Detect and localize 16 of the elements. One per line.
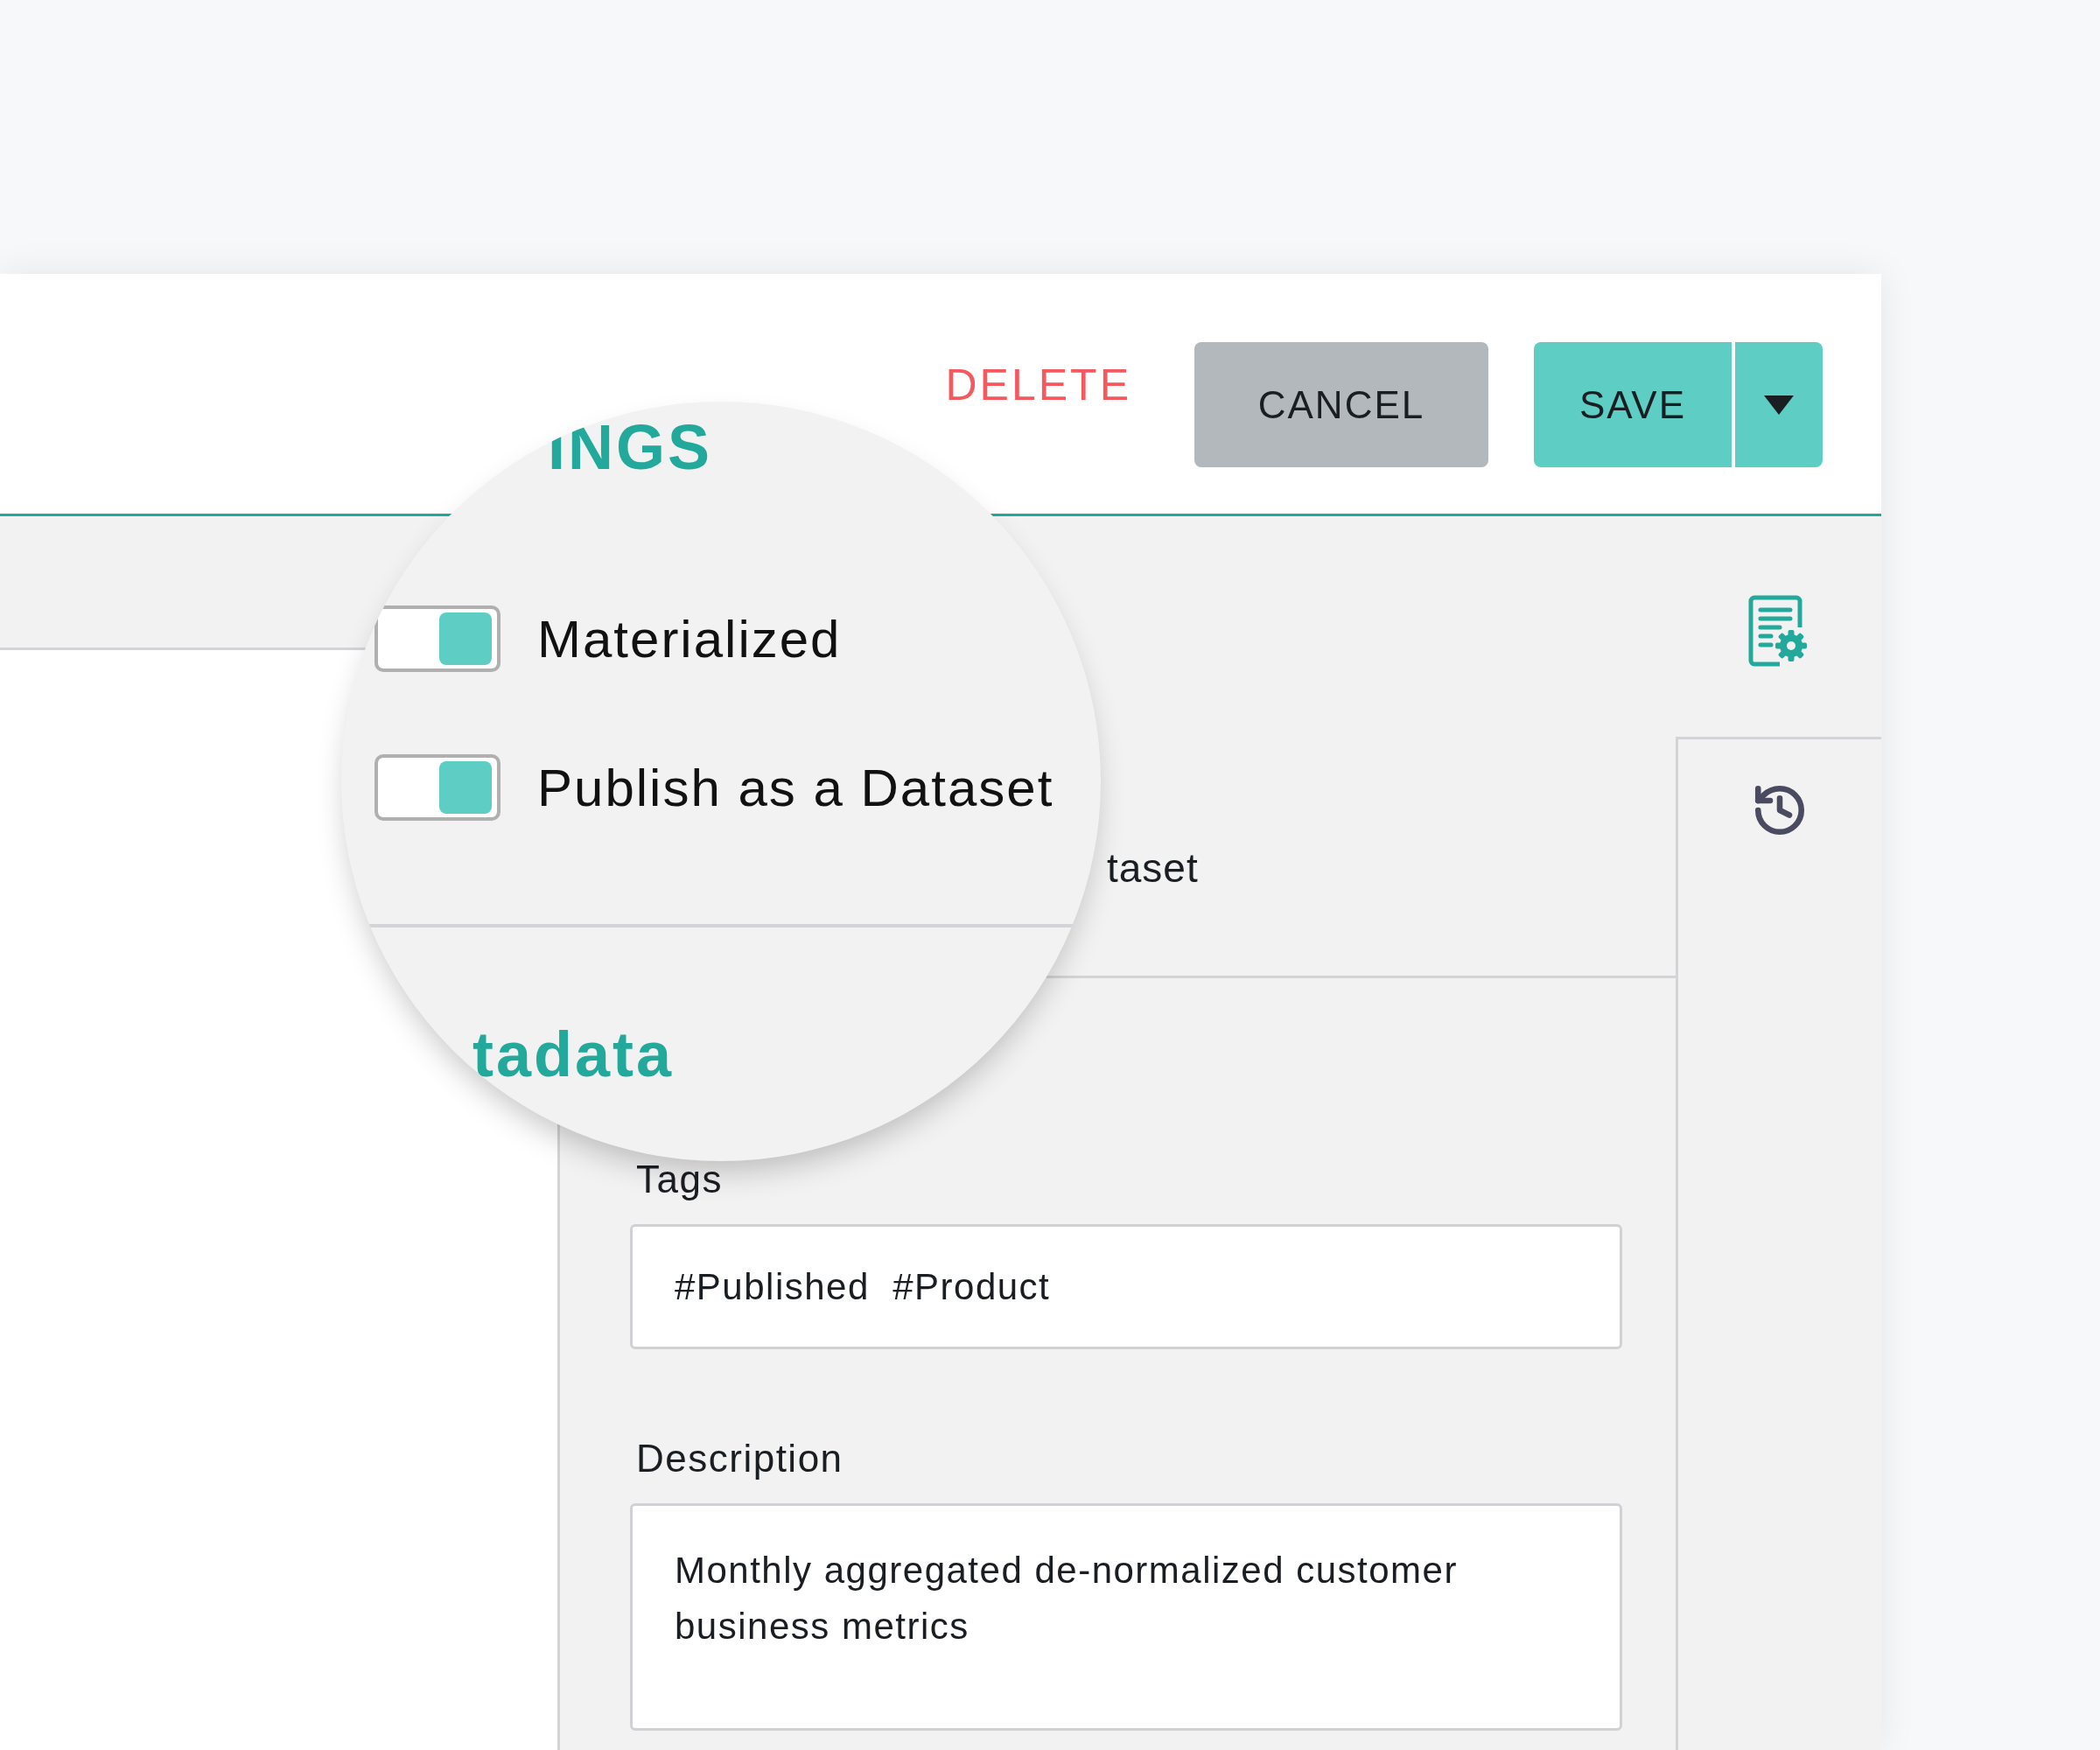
toggle-switch[interactable] <box>374 754 500 821</box>
cancel-button[interactable]: CANCEL <box>1194 342 1488 467</box>
document-gear-icon[interactable] <box>1747 595 1810 667</box>
field-label: Tags <box>636 1158 724 1201</box>
toggle-label: Publish as a Dataset <box>537 757 1054 818</box>
field-label: Description <box>636 1437 844 1480</box>
toggle-label: taset <box>1107 845 1199 891</box>
tags-field[interactable]: #Published #Product <box>630 1224 1622 1349</box>
toggle-switch[interactable] <box>374 606 500 672</box>
description-field[interactable]: Monthly aggregated de-normalized customer business metrics <box>630 1503 1622 1731</box>
caret-icon <box>1764 395 1794 415</box>
save-button[interactable]: SAVE <box>1534 342 1732 467</box>
section-heading: INGS <box>548 412 713 482</box>
section-heading: tadata <box>472 1019 675 1089</box>
save-options-button[interactable] <box>1735 342 1823 467</box>
toggle-label: Materialized <box>537 608 842 669</box>
